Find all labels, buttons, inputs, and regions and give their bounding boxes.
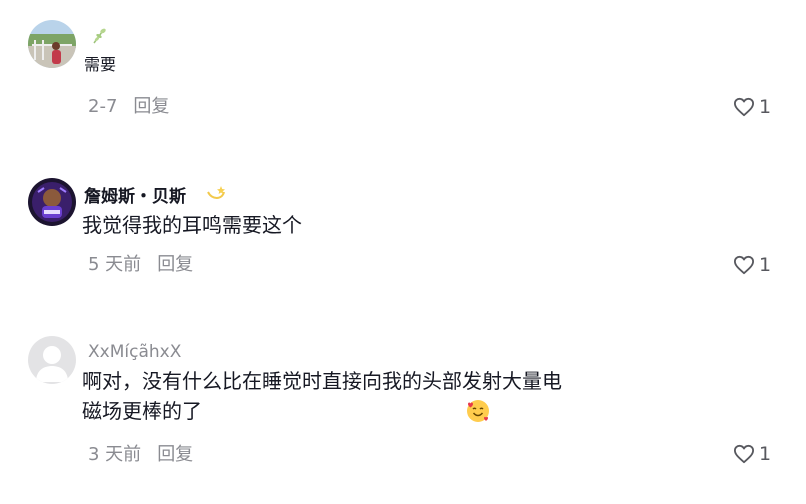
like-button[interactable]: 1 <box>733 443 771 465</box>
purple-logo-avatar-icon <box>28 178 76 226</box>
heart-icon <box>734 255 754 275</box>
landscape-photo-avatar-icon <box>28 20 76 68</box>
default-gray-avatar-icon <box>28 336 76 384</box>
reply-button[interactable]: 回复 <box>133 96 169 117</box>
heart-icon <box>734 97 754 117</box>
comment-username[interactable]: 詹姆斯・贝斯 <box>84 182 186 207</box>
comment-username[interactable]: XxMíçãhxX <box>88 342 181 362</box>
smiling-face-with-hearts-icon <box>465 398 491 428</box>
comment-date: 3 天前 <box>88 444 142 465</box>
like-count: 1 <box>759 96 772 118</box>
reply-button[interactable]: 回复 <box>157 444 193 465</box>
avatar[interactable] <box>28 336 76 384</box>
reply-button[interactable]: 回复 <box>157 254 193 275</box>
comment-text-line-1: 啊对，没有什么比在睡觉时直接向我的头部发射大量电 <box>82 369 562 393</box>
like-button[interactable]: 1 <box>733 96 771 118</box>
heart-icon <box>734 444 754 464</box>
like-count: 1 <box>759 254 772 276</box>
like-count: 1 <box>759 443 772 465</box>
leaf-sprig-icon <box>90 26 110 50</box>
like-button[interactable]: 1 <box>733 254 771 276</box>
comment-meta: 2-7 回复 <box>88 92 169 118</box>
comment-text: 需要 <box>84 55 117 74</box>
comment-text: 我觉得我的耳鸣需要这个 <box>82 213 302 237</box>
comment-meta: 5 天前 回复 <box>88 250 193 276</box>
comment-text-line-2: 磁场更棒的了 <box>82 399 202 423</box>
avatar[interactable] <box>28 20 76 68</box>
comment-date: 2-7 <box>88 96 118 117</box>
comment-date: 5 天前 <box>88 254 142 275</box>
dizzy-star-icon <box>204 182 228 208</box>
comment-meta: 3 天前 回复 <box>88 440 193 466</box>
avatar[interactable] <box>28 178 76 226</box>
